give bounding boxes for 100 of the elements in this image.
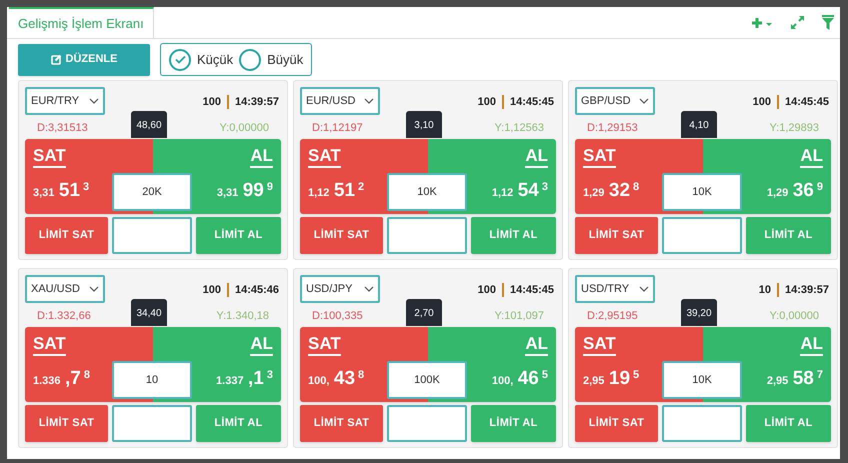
quote-panel[interactable]: SAT AL 1.336 ,7$^{8}$ 10 1.337 ,1$^{3}$ bbox=[25, 327, 281, 402]
buy-price: 1.337 ,1$^{3}$ bbox=[215, 366, 274, 390]
spread-badge: 39,20 bbox=[681, 299, 717, 326]
symbol-dropdown[interactable]: XAU/USD bbox=[25, 275, 105, 303]
high-price: Y:1,12563 bbox=[494, 120, 544, 136]
symbol-text: XAU/USD bbox=[31, 282, 80, 297]
high-price: Y:0,00000 bbox=[769, 308, 819, 324]
high-price: Y:1,29893 bbox=[769, 120, 819, 136]
low-price: D:2,95195 bbox=[587, 308, 638, 324]
buy-label: AL bbox=[250, 147, 273, 168]
symbol-dropdown[interactable]: GBP/USD bbox=[575, 87, 655, 115]
quote-panel[interactable]: SAT AL 3,31 51$^{3}$ 20K 3,31 99$^{9}$ bbox=[25, 139, 281, 214]
sell-label: SAT bbox=[33, 147, 66, 168]
buy-label: AL bbox=[800, 335, 823, 356]
sell-label: SAT bbox=[583, 147, 616, 168]
chevron-down-icon bbox=[364, 98, 374, 104]
limit-sell-button[interactable]: LİMİT SAT bbox=[575, 405, 658, 442]
limit-price-field[interactable] bbox=[112, 217, 192, 254]
quantity: 100 bbox=[202, 283, 221, 298]
spread-badge: 48,60 bbox=[131, 111, 167, 138]
spread-badge: 3,10 bbox=[406, 111, 442, 138]
quantity: 100 bbox=[478, 283, 496, 298]
buy-label: AL bbox=[525, 147, 548, 168]
amount-field[interactable]: 10K bbox=[387, 173, 467, 211]
quantity: 100 bbox=[478, 95, 496, 110]
time: 14:45:45 bbox=[510, 95, 554, 110]
symbol-dropdown[interactable]: USD/TRY bbox=[575, 275, 655, 303]
time: 14:45:45 bbox=[784, 95, 829, 110]
limit-price-field[interactable] bbox=[112, 405, 192, 442]
amount-field[interactable]: 10K bbox=[662, 173, 742, 211]
buy-price: 100, 46$^{5}$ bbox=[490, 366, 549, 390]
low-price: D:1,29153 bbox=[587, 120, 638, 136]
chevron-down-icon bbox=[639, 98, 649, 104]
edit-icon bbox=[50, 54, 62, 65]
chevron-down-icon bbox=[364, 286, 374, 292]
expand-icon[interactable] bbox=[791, 16, 804, 29]
quantity: 100 bbox=[202, 95, 221, 110]
limit-price-field[interactable] bbox=[387, 405, 467, 442]
sell-label: SAT bbox=[583, 335, 616, 356]
sell-price: 2,95 19$^{5}$ bbox=[582, 366, 640, 390]
sell-price: 100, 43$^{8}$ bbox=[307, 366, 366, 390]
time: 14:45:46 bbox=[234, 283, 279, 298]
limit-sell-button[interactable]: LİMİT SAT bbox=[575, 217, 658, 254]
quote-panel[interactable]: SAT AL 1,29 32$^{8}$ 10K 1,29 36$^{9}$ bbox=[575, 139, 831, 214]
limit-price-field[interactable] bbox=[662, 405, 742, 442]
sell-price: 1.336 ,7$^{8}$ bbox=[32, 366, 91, 390]
sell-label: SAT bbox=[33, 335, 66, 356]
amount-field[interactable]: 100K bbox=[387, 361, 467, 399]
quantity: 100 bbox=[752, 95, 771, 110]
size-radio-option[interactable]: Küçük bbox=[169, 48, 234, 70]
buy-label: AL bbox=[250, 335, 273, 356]
size-radio-option[interactable]: Büyük bbox=[239, 48, 304, 70]
time: 14:45:45 bbox=[510, 283, 554, 298]
symbol-text: USD/TRY bbox=[581, 282, 630, 297]
chevron-down-icon bbox=[89, 98, 99, 104]
buy-price: 1,12 54$^{3}$ bbox=[490, 178, 549, 202]
limit-price-field[interactable] bbox=[662, 217, 742, 254]
buy-price: 1,29 36$^{9}$ bbox=[766, 178, 824, 202]
low-price: D:100,335 bbox=[312, 308, 363, 324]
chevron-down-icon bbox=[639, 286, 649, 292]
low-price: D:3,31513 bbox=[37, 120, 88, 136]
symbol-text: EUR/TRY bbox=[31, 94, 80, 109]
limit-sell-button[interactable]: LİMİT SAT bbox=[25, 405, 108, 442]
symbol-dropdown[interactable]: USD/JPY bbox=[300, 275, 380, 303]
quote-panel[interactable]: SAT AL 2,95 19$^{5}$ 10K 2,95 58$^{7}$ bbox=[575, 327, 831, 402]
buy-label: AL bbox=[525, 335, 548, 356]
time: 14:39:57 bbox=[784, 283, 829, 298]
high-price: Y:101,097 bbox=[494, 308, 544, 324]
filter-icon[interactable] bbox=[822, 15, 834, 30]
quote-panel[interactable]: SAT AL 100, 43$^{8}$ 100K 100, 46$^{5}$ bbox=[300, 327, 556, 402]
limit-sell-button[interactable]: LİMİT SAT bbox=[25, 217, 108, 254]
buy-label: AL bbox=[800, 147, 823, 168]
buy-price: 3,31 99$^{9}$ bbox=[216, 178, 274, 202]
amount-field[interactable]: 10 bbox=[112, 361, 192, 399]
symbol-dropdown[interactable]: EUR/USD bbox=[300, 87, 380, 115]
amount-field[interactable]: 10K bbox=[662, 361, 742, 399]
quantity: 10 bbox=[758, 283, 771, 298]
limit-price-field[interactable] bbox=[387, 217, 467, 254]
high-price: Y:1.340,18 bbox=[216, 308, 269, 324]
symbol-text: GBP/USD bbox=[581, 94, 631, 109]
limit-sell-button[interactable]: LİMİT SAT bbox=[300, 217, 383, 254]
spread-badge: 2,70 bbox=[406, 299, 442, 326]
spread-badge: 34,40 bbox=[131, 299, 167, 326]
sell-price: 1,29 32$^{8}$ bbox=[582, 178, 640, 202]
buy-price: 2,95 58$^{7}$ bbox=[766, 366, 824, 390]
time: 14:39:57 bbox=[234, 95, 279, 110]
low-price: D:1,12197 bbox=[312, 120, 363, 136]
low-price: D:1.332,66 bbox=[37, 308, 91, 324]
amount-field[interactable]: 20K bbox=[112, 173, 192, 211]
limit-sell-button[interactable]: LİMİT SAT bbox=[300, 405, 383, 442]
symbol-text: EUR/USD bbox=[306, 94, 356, 109]
symbol-dropdown[interactable]: EUR/TRY bbox=[25, 87, 105, 115]
sell-label: SAT bbox=[308, 335, 341, 356]
add-dropdown-icon[interactable] bbox=[751, 16, 773, 28]
spread-badge: 4,10 bbox=[681, 111, 717, 138]
high-price: Y:0,00000 bbox=[219, 120, 269, 136]
sell-label: SAT bbox=[308, 147, 341, 168]
symbol-text: USD/JPY bbox=[306, 282, 352, 297]
chevron-down-icon bbox=[89, 286, 99, 292]
quote-panel[interactable]: SAT AL 1,12 51$^{2}$ 10K 1,12 54$^{3}$ bbox=[300, 139, 556, 214]
